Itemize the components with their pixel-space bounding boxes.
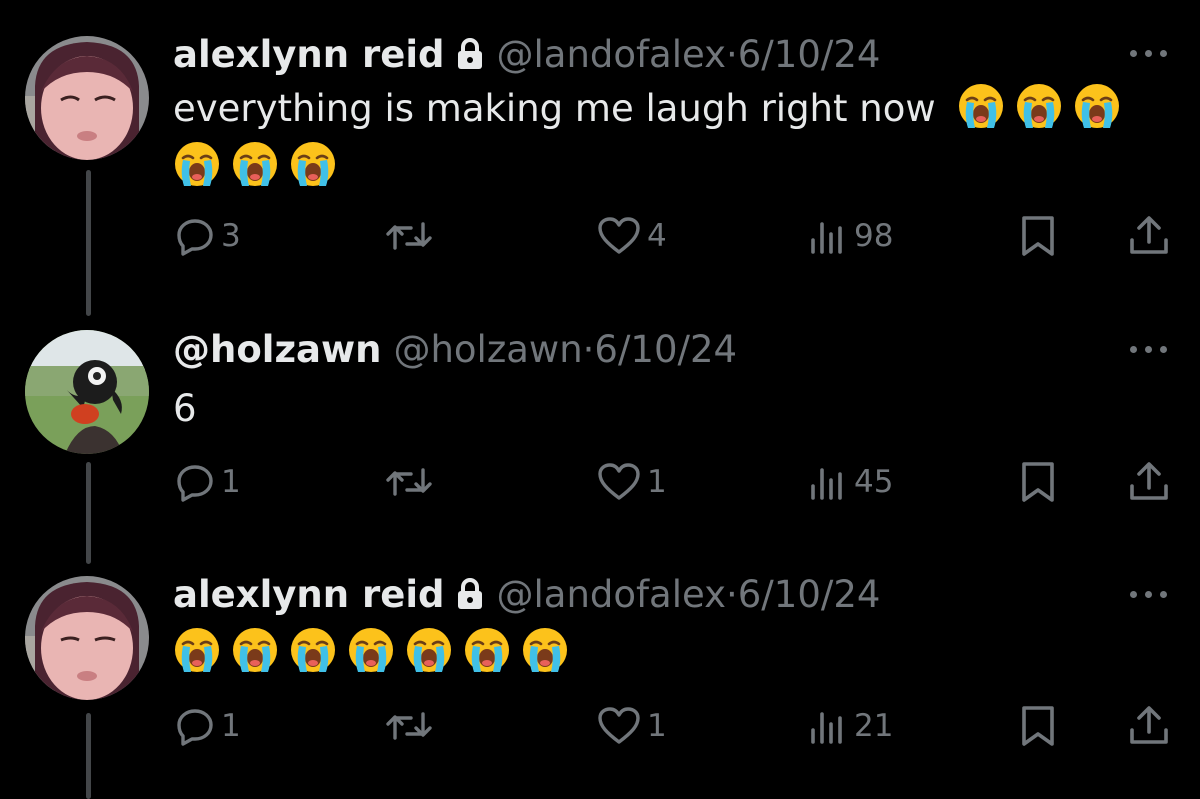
view-count: 45 <box>854 464 894 500</box>
repost-arrows-icon <box>385 216 433 256</box>
loudly-crying-face-icon <box>173 140 221 188</box>
repost-arrows-icon <box>385 706 433 746</box>
views-button[interactable]: 21 <box>808 701 893 751</box>
loudly-crying-face-icon <box>957 82 1005 130</box>
loudly-crying-face-icon <box>405 626 453 674</box>
reply-button[interactable]: 3 <box>175 211 241 261</box>
repost-button[interactable] <box>385 457 439 507</box>
like-count: 1 <box>647 708 667 744</box>
display-name[interactable]: alexlynn reid <box>173 573 444 616</box>
like-count: 4 <box>647 218 667 254</box>
bookmark-icon <box>1020 460 1056 504</box>
separator: · <box>582 328 595 371</box>
tweet-header: alexlynn reid @landofalex·6/10/24 <box>173 33 880 80</box>
separator: · <box>726 573 738 616</box>
avatar[interactable] <box>25 36 149 160</box>
timestamp[interactable]: 6/10/24 <box>738 573 881 616</box>
loudly-crying-face-icon <box>289 140 337 188</box>
like-count: 1 <box>647 464 667 500</box>
avatar[interactable] <box>25 330 149 454</box>
heart-icon <box>597 706 641 746</box>
heart-icon <box>597 216 641 256</box>
loudly-crying-face-icon <box>231 626 279 674</box>
bar-chart-icon <box>808 216 848 256</box>
share-button[interactable] <box>1127 211 1171 261</box>
tweet-text: 6 <box>173 380 1163 438</box>
tweet-header: @holzawn @holzawn·6/10/24 <box>173 328 737 372</box>
loudly-crying-face-icon <box>231 140 279 188</box>
reply-button[interactable]: 1 <box>175 701 241 751</box>
loudly-crying-face-icon <box>463 626 511 674</box>
like-button[interactable]: 1 <box>597 457 667 507</box>
share-button[interactable] <box>1127 701 1171 751</box>
loudly-crying-face-icon <box>289 626 337 674</box>
lock-icon <box>456 576 484 620</box>
loudly-crying-face-icon <box>173 626 221 674</box>
heart-icon <box>597 462 641 502</box>
bar-chart-icon <box>808 462 848 502</box>
display-name[interactable]: @holzawn <box>173 328 381 371</box>
views-button[interactable]: 45 <box>808 457 893 507</box>
separator: · <box>726 33 738 76</box>
views-button[interactable]: 98 <box>808 211 893 261</box>
loudly-crying-face-icon <box>521 626 569 674</box>
timestamp[interactable]: 6/10/24 <box>594 328 737 371</box>
view-count: 21 <box>854 708 894 744</box>
share-upload-icon <box>1127 214 1171 258</box>
display-name[interactable]: alexlynn reid <box>173 33 444 76</box>
bookmark-button[interactable] <box>1020 211 1056 261</box>
more-options-icon[interactable] <box>1130 46 1170 60</box>
bookmark-icon <box>1020 214 1056 258</box>
bar-chart-icon <box>808 706 848 746</box>
speech-bubble-icon <box>175 706 215 746</box>
bookmark-button[interactable] <box>1020 457 1056 507</box>
like-button[interactable]: 1 <box>597 701 667 751</box>
reply-count: 1 <box>221 464 241 500</box>
view-count: 98 <box>854 218 894 254</box>
repost-arrows-icon <box>385 462 433 502</box>
handle[interactable]: @landofalex <box>496 33 726 76</box>
loudly-crying-face-icon <box>1015 82 1063 130</box>
reply-count: 3 <box>221 218 241 254</box>
bookmark-button[interactable] <box>1020 701 1056 751</box>
avatar[interactable] <box>25 576 149 700</box>
timestamp[interactable]: 6/10/24 <box>738 33 881 76</box>
repost-button[interactable] <box>385 701 439 751</box>
tweet-text: everything is making me laugh right now <box>173 80 1163 196</box>
handle[interactable]: @holzawn <box>393 328 582 371</box>
bookmark-icon <box>1020 704 1056 748</box>
reply-count: 1 <box>221 708 241 744</box>
repost-button[interactable] <box>385 211 439 261</box>
share-button[interactable] <box>1127 457 1171 507</box>
speech-bubble-icon <box>175 462 215 502</box>
tweet-text-content: everything is making me laugh right now <box>173 87 936 130</box>
more-options-icon[interactable] <box>1130 587 1170 601</box>
lock-icon <box>456 36 484 80</box>
share-upload-icon <box>1127 460 1171 504</box>
reply-button[interactable]: 1 <box>175 457 241 507</box>
action-bar: 1 1 21 <box>0 701 1200 751</box>
tweet-header: alexlynn reid @landofalex·6/10/24 <box>173 573 880 620</box>
action-bar: 3 4 98 <box>0 211 1200 261</box>
loudly-crying-face-icon <box>1073 82 1121 130</box>
like-button[interactable]: 4 <box>597 211 667 261</box>
action-bar: 1 1 45 <box>0 457 1200 507</box>
share-upload-icon <box>1127 704 1171 748</box>
loudly-crying-face-icon <box>347 626 395 674</box>
more-options-icon[interactable] <box>1130 342 1170 356</box>
tweet-text-content: 6 <box>173 387 197 430</box>
speech-bubble-icon <box>175 216 215 256</box>
handle[interactable]: @landofalex <box>496 573 726 616</box>
tweet-text <box>173 624 1163 682</box>
